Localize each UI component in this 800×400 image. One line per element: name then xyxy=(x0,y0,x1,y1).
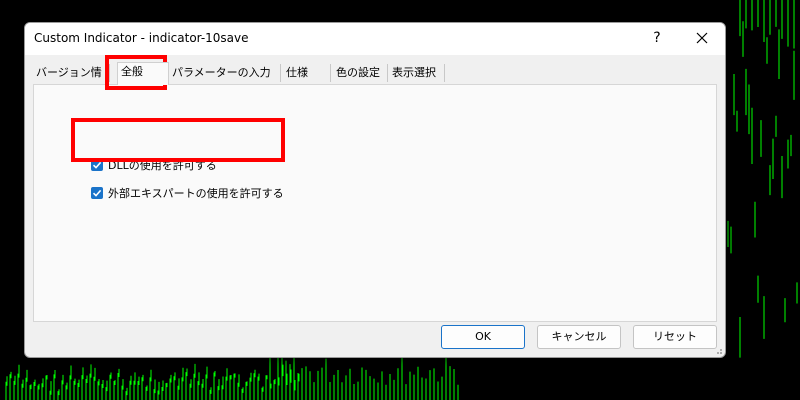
tab-version-info[interactable]: バージョン情報 xyxy=(33,64,110,97)
window-title: Custom Indicator - indicator-10save xyxy=(34,31,249,45)
tab-general[interactable]: 全般 xyxy=(117,62,169,85)
tab-color-settings[interactable]: 色の設定 xyxy=(333,64,388,82)
close-button[interactable] xyxy=(687,27,717,51)
allow-dll-checkbox[interactable] xyxy=(91,159,103,171)
general-panel: DLLの使用を許可する 外部エキスパートの使用を許可する xyxy=(33,84,717,322)
cancel-button[interactable]: キャンセル xyxy=(537,325,621,349)
checkmark-icon xyxy=(92,189,102,197)
allow-dll-option[interactable]: DLLの使用を許可する xyxy=(91,157,217,173)
checkmark-icon xyxy=(92,161,102,169)
reset-button[interactable]: リセット xyxy=(633,325,717,349)
allow-experts-checkbox[interactable] xyxy=(91,187,103,199)
allow-dll-label: DLLの使用を許可する xyxy=(108,159,217,172)
allow-experts-option[interactable]: 外部エキスパートの使用を許可する xyxy=(91,185,284,201)
tab-parameters[interactable]: パラメーターの入力 xyxy=(169,64,281,82)
custom-indicator-dialog: Custom Indicator - indicator-10save ? バー… xyxy=(24,22,726,358)
resize-grip-icon[interactable] xyxy=(713,345,723,355)
help-button[interactable]: ? xyxy=(649,27,665,49)
title-bar: Custom Indicator - indicator-10save ? xyxy=(25,23,725,55)
tab-display-selection[interactable]: 表示選択 xyxy=(389,64,445,82)
ok-button[interactable]: OK xyxy=(441,325,525,349)
allow-experts-label: 外部エキスパートの使用を許可する xyxy=(108,187,284,200)
tab-bar: バージョン情報 全般 パラメーターの入力 仕様 色の設定 表示選択 xyxy=(33,62,723,97)
close-icon xyxy=(696,32,708,44)
tab-specification[interactable]: 仕様 xyxy=(283,64,331,82)
